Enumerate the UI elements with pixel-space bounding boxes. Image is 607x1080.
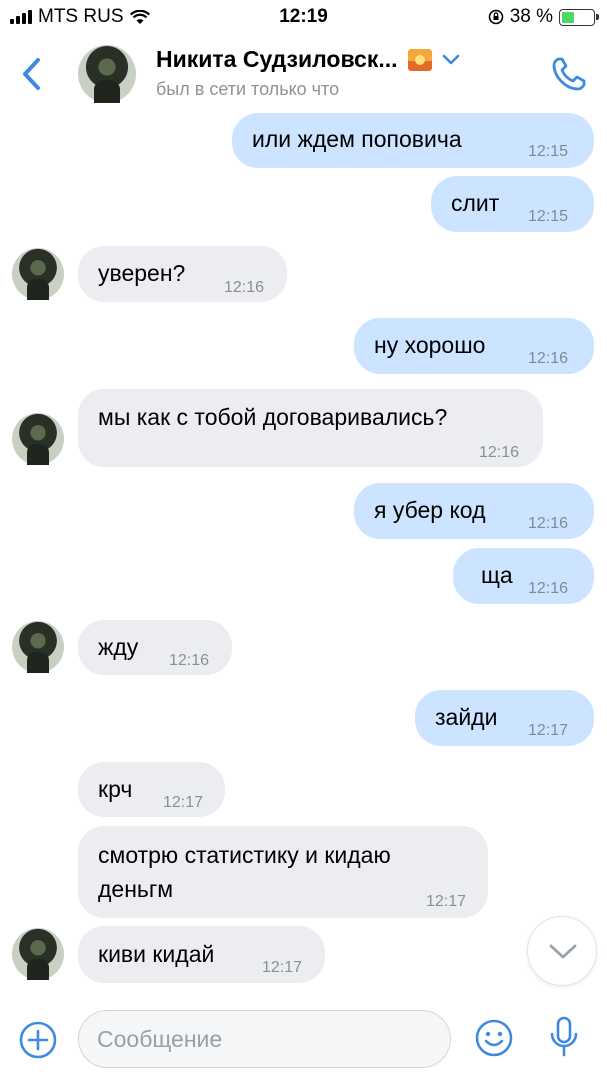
- message-text: смотрю статистику и кидаю: [98, 842, 391, 868]
- rotation-lock-icon: [488, 9, 503, 25]
- message-time: 12:17: [262, 959, 303, 976]
- message-text: киви кидай: [98, 941, 215, 967]
- sender-avatar[interactable]: [12, 928, 64, 980]
- message-text: ну хорошо: [374, 332, 486, 358]
- sender-avatar[interactable]: [12, 413, 64, 465]
- message-time: 12:15: [528, 143, 569, 160]
- message-time: 12:16: [169, 652, 210, 669]
- message-text: крч: [98, 776, 133, 802]
- battery-percent: 38 %: [509, 6, 553, 27]
- message-time: 12:17: [426, 893, 467, 910]
- message-bubble-outgoing[interactable]: ну хорошо 12:16: [354, 318, 594, 374]
- status-bar: MTS RUS 12:19 38 %: [0, 0, 607, 34]
- message-time: 12:16: [528, 580, 569, 597]
- message-text: мы как с тобой договаривались?: [98, 404, 448, 430]
- chevron-down-icon[interactable]: [442, 54, 460, 66]
- message-text: ща: [481, 562, 513, 588]
- message-input[interactable]: [78, 1010, 451, 1068]
- microphone-icon[interactable]: [548, 1016, 580, 1058]
- contact-avatar[interactable]: [78, 45, 136, 103]
- sunset-emoji-icon: [407, 48, 432, 71]
- smile-icon[interactable]: [474, 1018, 514, 1058]
- message-time: 12:16: [528, 515, 569, 532]
- message-text: или ждем поповича: [252, 126, 462, 152]
- back-icon[interactable]: [18, 56, 48, 92]
- message-text: я убер код: [374, 497, 486, 523]
- sender-avatar[interactable]: [12, 621, 64, 673]
- message-time: 12:17: [528, 722, 569, 739]
- message-time: 12:17: [163, 794, 204, 811]
- contact-name: Никита Судзиловск...: [156, 46, 398, 72]
- message-time: 12:16: [224, 279, 265, 296]
- chevron-down-icon: [549, 944, 577, 959]
- message-bubble-outgoing[interactable]: ща 12:16: [453, 548, 594, 604]
- message-bubble-incoming[interactable]: крч 12:17: [78, 762, 225, 817]
- message-text: уверен?: [98, 260, 186, 286]
- message-bubble-outgoing[interactable]: зайди 12:17: [415, 690, 594, 746]
- message-time: 12:16: [479, 444, 520, 461]
- message-text: жду: [98, 634, 139, 660]
- chat-header: Никита Судзиловск... был в сети только ч…: [0, 34, 607, 112]
- message-bubble-outgoing[interactable]: слит 12:15: [431, 176, 594, 232]
- presence-status: был в сети только что: [156, 79, 340, 99]
- battery-icon: [559, 8, 599, 26]
- message-bubble-incoming[interactable]: киви кидай 12:17: [78, 926, 325, 983]
- message-text-line2: деньгм: [98, 876, 174, 902]
- message-time: 12:16: [528, 350, 569, 367]
- message-text: зайди: [435, 704, 498, 730]
- contact-name-row[interactable]: Никита Судзиловск...: [156, 46, 460, 73]
- sender-avatar[interactable]: [12, 248, 64, 300]
- plus-circle-icon[interactable]: [18, 1020, 58, 1060]
- message-text: слит: [451, 190, 500, 216]
- message-bubble-incoming[interactable]: уверен? 12:16: [78, 246, 287, 302]
- message-bubble-incoming[interactable]: мы как с тобой договаривались? 12:16: [78, 389, 543, 467]
- message-bubble-incoming[interactable]: смотрю статистику и кидаю деньгм 12:17: [78, 826, 488, 918]
- message-time: 12:15: [528, 208, 569, 225]
- scroll-to-bottom-button[interactable]: [527, 916, 597, 986]
- message-composer: [0, 998, 607, 1080]
- message-bubble-outgoing[interactable]: или ждем поповича 12:15: [232, 113, 594, 168]
- message-bubble-incoming[interactable]: жду 12:16: [78, 620, 232, 675]
- message-bubble-outgoing[interactable]: я убер код 12:16: [354, 483, 594, 539]
- phone-icon[interactable]: [549, 54, 589, 94]
